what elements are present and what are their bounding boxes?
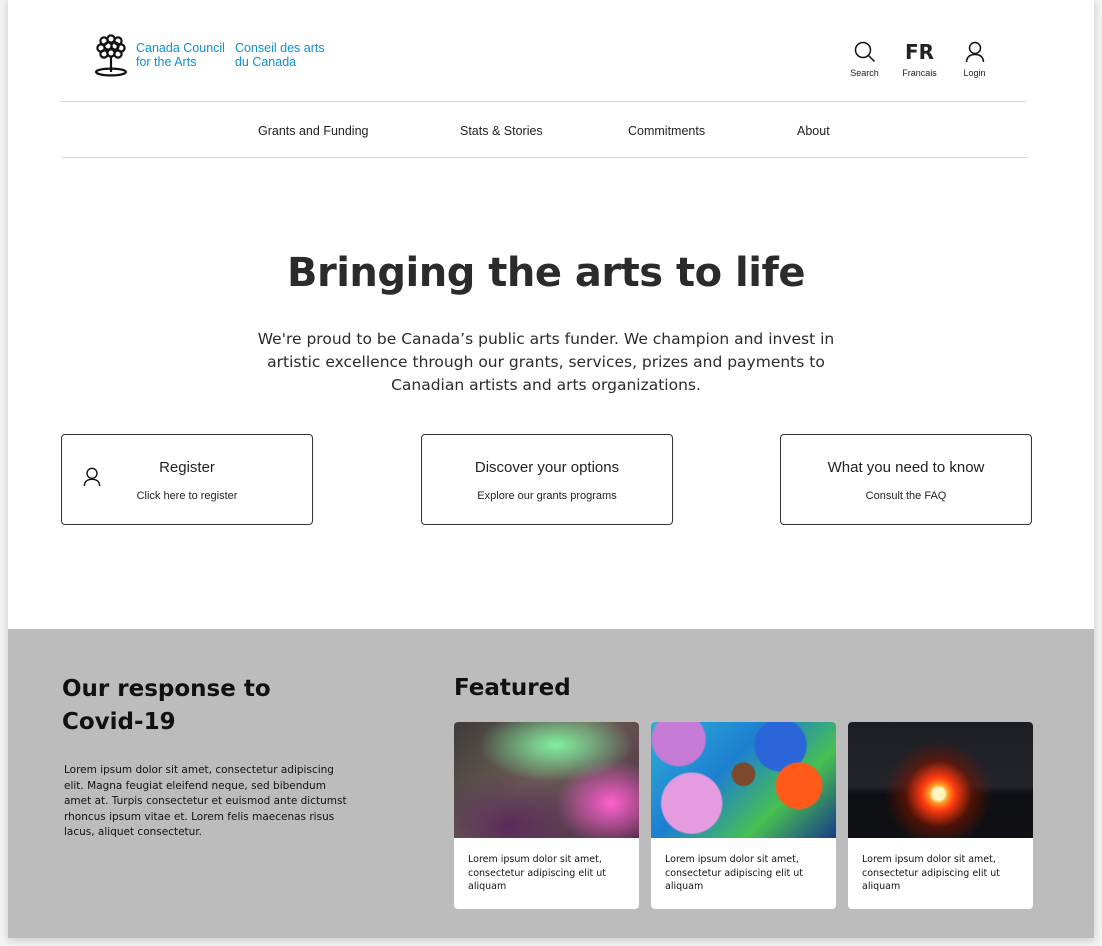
login-button[interactable]: Login [947,40,1002,78]
login-label: Login [963,68,986,78]
featured-card-caption: Lorem ipsum dolor sit amet, consectetur … [468,854,606,892]
featured-title: Featured [454,675,571,701]
featured-card[interactable]: Lorem ipsum dolor sit amet, consectetur … [848,722,1033,909]
cta-options-title: Discover your options [474,459,620,476]
logo-text-en-line1: Canada Council [136,41,225,55]
cta-faq-subtitle: Consult the FAQ [865,490,947,502]
covid-title: Our response to Covid-19 [62,676,271,735]
cta-register-title: Register [159,459,215,476]
search-button[interactable]: Search [837,40,892,78]
cta-register-subtitle: Click here to register [136,490,238,502]
featured-card-caption: Lorem ipsum dolor sit amet, consectetur … [665,854,803,892]
cta-options-card[interactable]: Discover your options Explore our grants… [421,434,673,525]
hero-title: Bringing the arts to life [287,250,806,296]
abstract-gradient-image [454,722,639,838]
featured-card[interactable]: Lorem ipsum dolor sit amet, consectetur … [651,722,836,909]
site-logo[interactable]: Canada Council for the Arts Conseil des … [88,34,325,78]
logo-text-fr-line2: du Canada [234,55,297,69]
cta-register-card[interactable]: Register Click here to register [61,434,313,525]
nav-item-commitments[interactable]: Commitments [628,124,705,138]
featured-card[interactable]: Lorem ipsum dolor sit amet, consectetur … [454,722,639,909]
nav-item-about[interactable]: About [797,124,830,138]
tree-logo-icon [94,34,128,77]
nav-item-grants[interactable]: Grants and Funding [258,124,369,138]
header-divider-top [60,101,1026,102]
page: Canada Council for the Arts Conseil des … [8,0,1094,938]
sunset-image [848,722,1033,838]
search-label: Search [850,68,879,78]
header-tools: Search FR Francais Login [837,40,1002,78]
user-icon [965,41,984,63]
language-code: FR [904,40,935,64]
cta-faq-card[interactable]: What you need to know Consult the FAQ [780,434,1032,525]
nav-item-stats-stories[interactable]: Stats & Stories [460,124,543,138]
bottom-section: Our response to Covid-19 Lorem ipsum dol… [8,629,1094,938]
logo-text-fr-line1: Conseil des arts [234,41,325,55]
search-icon [854,41,875,63]
cta-faq-title: What you need to know [827,459,985,476]
featured-card-caption: Lorem ipsum dolor sit amet, consectetur … [862,854,1000,892]
nav-divider-bottom [62,157,1028,158]
butterfly-mural-image [651,722,836,838]
language-label: Francais [902,68,937,78]
cta-options-subtitle: Explore our grants programs [477,490,617,502]
language-toggle-button[interactable]: FR Francais [892,40,947,78]
hero-description: We're proud to be Canada’s public arts f… [257,330,835,394]
logo-text-en-line2: for the Arts [136,55,197,69]
covid-text: Lorem ipsum dolor sit amet, consectetur … [64,764,347,838]
